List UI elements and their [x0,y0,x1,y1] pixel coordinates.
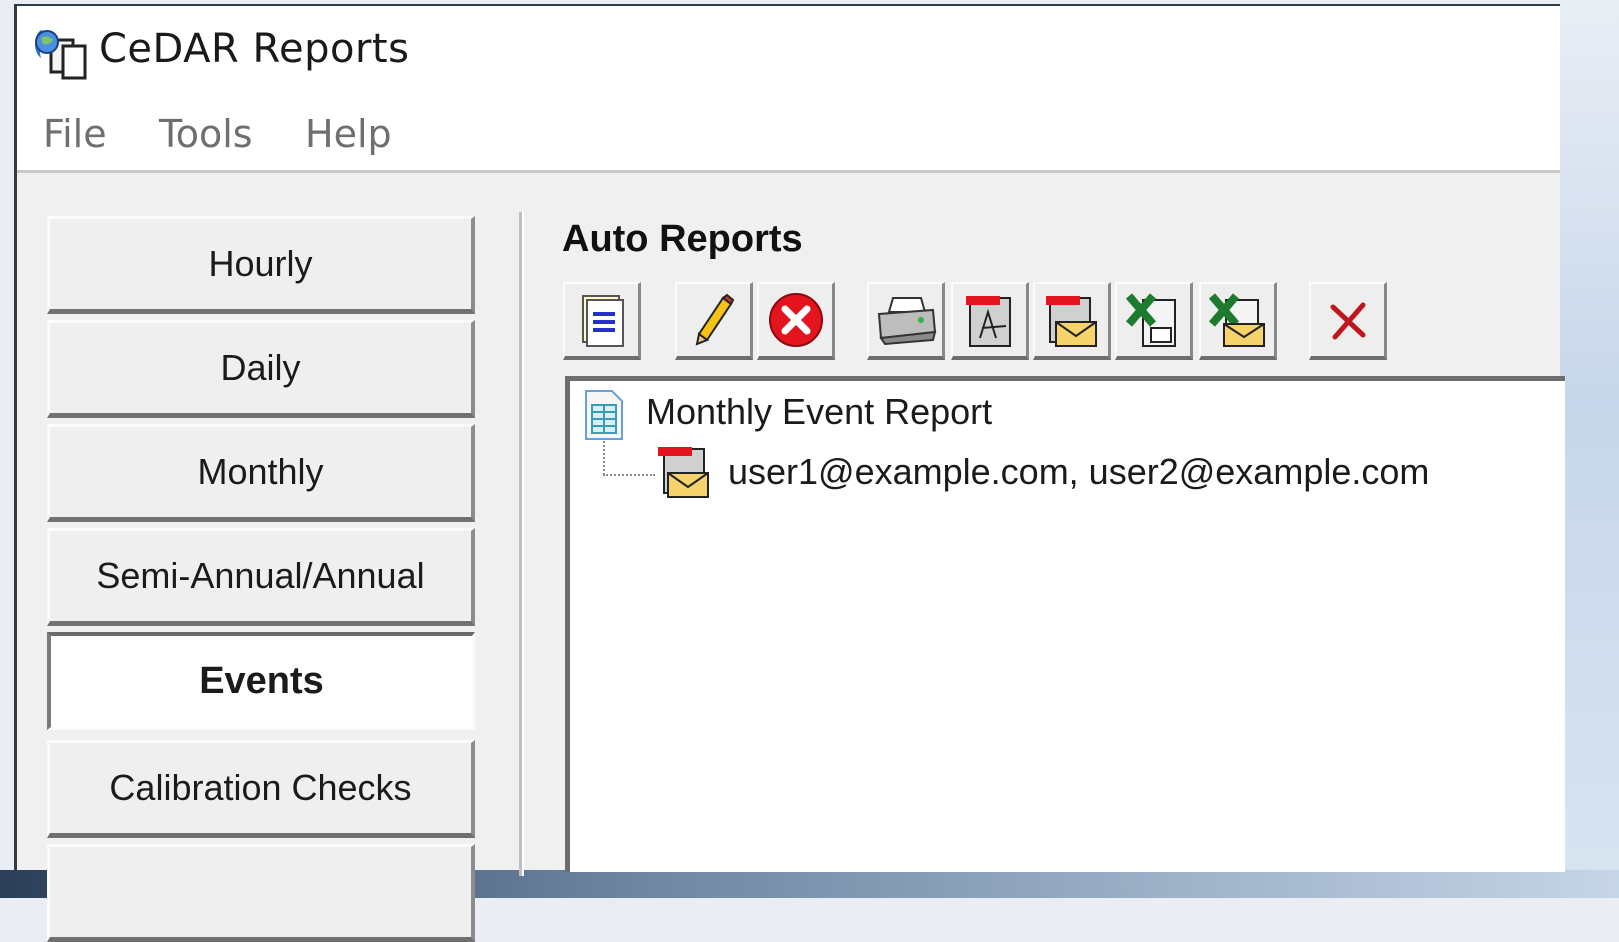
tree-item-monthly-event-report[interactable]: Monthly Event Report [646,391,992,433]
auto-reports-tree[interactable]: Monthly Event Report user1@example.com, … [565,376,1565,872]
menu-tools[interactable]: Tools [159,112,253,156]
menu-separator [17,170,1560,173]
report-document-icon [585,390,623,440]
printer-icon [877,297,936,346]
tree-connector-vertical [603,441,605,475]
add-pdf-button[interactable] [951,282,1029,360]
nav-semi-annual-annual-button[interactable]: Semi-Annual/Annual [47,528,475,626]
menu-help[interactable]: Help [305,112,392,156]
menu-file[interactable]: File [43,112,107,156]
tree-item-email-recipients[interactable]: user1@example.com, user2@example.com [728,451,1429,493]
pdf-email-icon [658,447,709,498]
delete-report-button[interactable] [757,282,835,360]
window-title: CeDAR Reports [99,26,410,72]
nav-events-button[interactable]: Events [47,632,475,730]
app-window: CeDAR Reports File Tools Help Hourly Dai… [14,4,1565,942]
panel-divider [519,212,524,876]
nav-daily-button[interactable]: Daily [47,320,475,418]
document-list-icon [581,295,624,347]
menu-bar: File Tools Help [17,102,1560,170]
auto-reports-title: Auto Reports [562,218,803,260]
pdf-icon [965,296,1011,347]
red-x-circle-icon [768,293,823,347]
desktop-background-right [1560,0,1619,898]
nav-calibration-checks-button[interactable]: Calibration Checks [47,740,475,838]
red-x-icon [1330,302,1365,340]
pencil-icon [695,293,734,346]
new-report-button[interactable] [563,282,641,360]
pdf-email-icon [1045,296,1097,347]
add-excel-button[interactable] [1115,282,1193,360]
nav-next-button[interactable] [47,844,475,942]
edit-report-button[interactable] [675,282,753,360]
tree-connector-horizontal [603,474,655,476]
nav-monthly-button[interactable]: Monthly [47,424,475,522]
cedar-app-icon [35,30,87,80]
excel-icon [1125,293,1176,347]
excel-email-icon [1208,293,1265,347]
nav-hourly-button[interactable]: Hourly [47,216,475,314]
add-pdf-email-button[interactable] [1033,282,1111,360]
remove-output-button[interactable] [1309,282,1387,360]
add-printer-button[interactable] [867,282,945,360]
add-excel-email-button[interactable] [1199,282,1277,360]
title-bar[interactable]: CeDAR Reports [17,6,1560,102]
